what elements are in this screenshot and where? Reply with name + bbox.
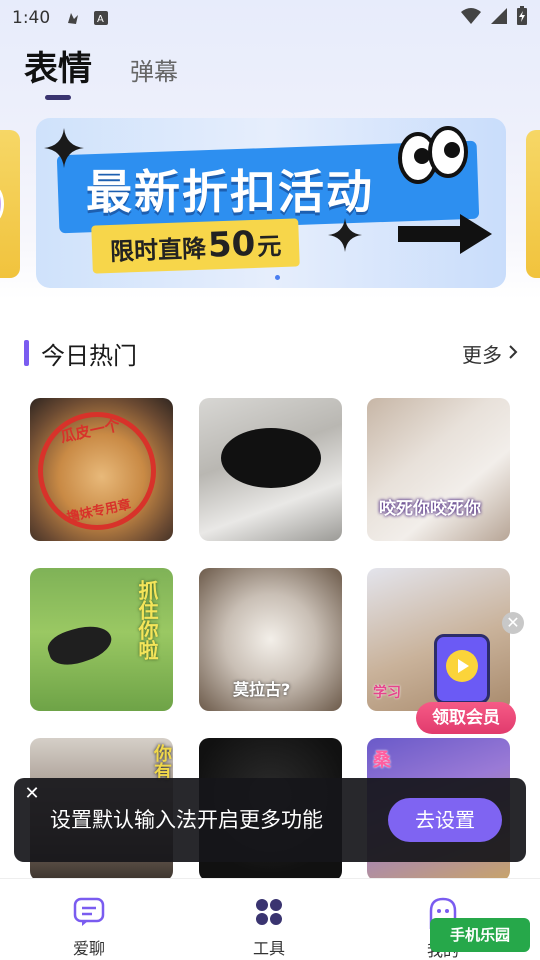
sticker-caption: 莫拉古? [233, 680, 291, 699]
snackbar-message: 设置默认输入法开启更多功能 [50, 808, 323, 832]
banner-subtitle: 限时直降 50 元 [91, 218, 301, 274]
banner-unit: 元 [256, 232, 282, 261]
sticker-item[interactable]: 瓜皮一个 撸妹专用章 [30, 398, 173, 541]
banner-prev-knob [0, 186, 4, 222]
close-icon: ✕ [506, 613, 520, 632]
sticker-item[interactable]: 咬死你咬死你 [367, 398, 510, 541]
svg-text:A: A [97, 14, 104, 25]
section-header: 今日热门 更多 [24, 336, 518, 370]
status-time: 1:40 [12, 8, 51, 28]
more-label: 更多 [462, 342, 502, 367]
tab-stickers[interactable]: 表情 [24, 44, 92, 100]
nav-item-tools[interactable]: 工具 [224, 897, 314, 959]
membership-promo-label: 领取会员 [416, 702, 516, 734]
chat-icon [73, 897, 105, 931]
dog-figure [44, 618, 116, 672]
more-link[interactable]: 更多 [462, 339, 518, 368]
grid-icon [254, 899, 284, 931]
sticker-item[interactable]: 抓住你啦 [30, 568, 173, 711]
cartoon-eyes-icon [398, 124, 470, 190]
nav-item-chat[interactable]: 爱聊 [44, 897, 134, 959]
arrow-right-icon [398, 212, 494, 260]
tab-danmaku[interactable]: 弹幕 [130, 44, 178, 94]
sparkle-icon [328, 218, 362, 256]
nav-chat-label: 爱聊 [72, 939, 105, 958]
tab-danmaku-label: 弹幕 [130, 58, 178, 86]
notification-app-icon [64, 9, 82, 27]
close-icon: ✕ [24, 783, 40, 804]
play-icon [446, 650, 478, 682]
banner-amount: 50 [207, 223, 256, 266]
sticker-caption: 抓住你啦 [135, 580, 159, 660]
promo-close-button[interactable]: ✕ [502, 612, 524, 634]
battery-charging-icon [516, 5, 528, 31]
sticker-item[interactable] [199, 398, 342, 541]
sticker-item[interactable]: 莫拉古? [199, 568, 342, 711]
keyboard-a-icon: A [92, 9, 110, 27]
banner-subtitle-prefix: 限时直降 [109, 234, 207, 266]
section-title: 今日热门 [41, 341, 137, 370]
banner-title: 最新折扣活动 [86, 165, 374, 219]
snackbar-close-button[interactable]: ✕ [20, 782, 44, 806]
banner-next-card[interactable] [526, 130, 540, 278]
top-tabs: 表情 弹幕 [24, 44, 178, 100]
tab-indicator [45, 95, 71, 100]
status-bar: 1:40 A [0, 0, 540, 36]
sticker-caption: 你有 [151, 744, 172, 780]
sticker-caption: 桑 [373, 750, 391, 771]
banner-prev-card[interactable] [0, 130, 20, 278]
chevron-right-icon [508, 341, 518, 365]
banner-page-indicator [275, 275, 280, 280]
membership-promo[interactable]: 领取会员 [416, 628, 516, 736]
black-cat-figure [221, 428, 321, 488]
section-accent-bar [24, 340, 29, 366]
sparkle-icon [44, 128, 84, 172]
ime-setup-snackbar: ✕ 设置默认输入法开启更多功能 去设置 [14, 778, 526, 862]
site-watermark: 手机乐园 [430, 918, 530, 952]
nav-tools-label: 工具 [252, 939, 285, 958]
promo-banner[interactable]: 最新折扣活动 限时直降 50 元 [36, 118, 506, 288]
sticker-caption: 学习 [373, 685, 401, 701]
go-settings-button[interactable]: 去设置 [388, 798, 502, 842]
tab-stickers-label: 表情 [24, 49, 92, 89]
signal-icon [490, 7, 508, 30]
wifi-icon [460, 7, 482, 30]
sticker-caption: 咬死你咬死你 [379, 499, 481, 519]
